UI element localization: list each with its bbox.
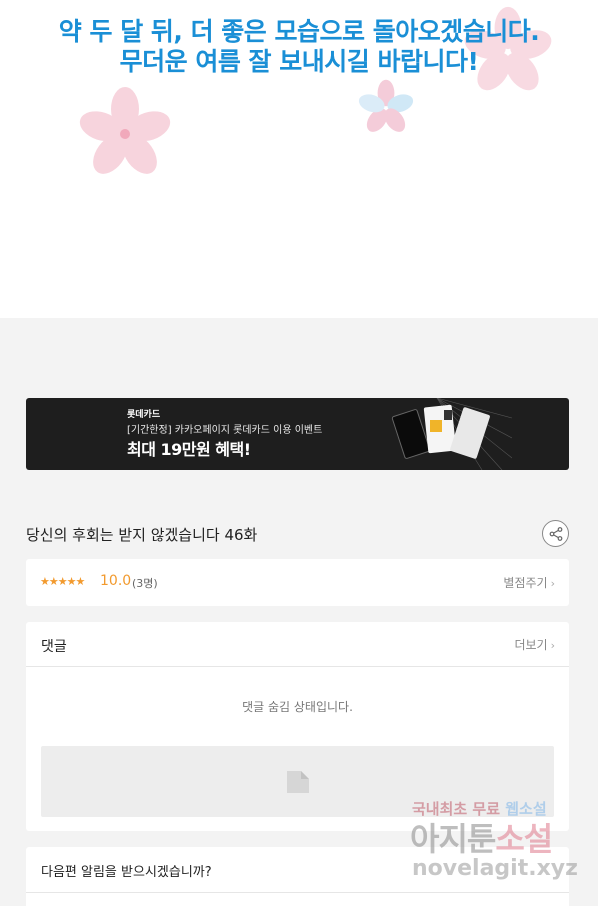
notify-question: 다음편 알림을 받으시겠습니까? bbox=[41, 865, 212, 880]
banner-title: 최대 19만원 혜택! bbox=[127, 440, 251, 459]
comic-notice-panel: 약 두 달 뒤, 더 좋은 모습으로 돌아오겠습니다. 무더운 여름 잘 보내시… bbox=[0, 0, 598, 318]
divider bbox=[26, 892, 569, 893]
rating-count: (3명) bbox=[132, 577, 158, 590]
write-comment-icon bbox=[287, 771, 309, 793]
credit-cards-illustration bbox=[391, 398, 512, 470]
banner-subtitle: [기간한정] 카카오페이지 롯데카드 이용 이벤트 bbox=[127, 425, 323, 436]
notice-line-2: 무더운 여름 잘 보내시길 바랍니다! bbox=[119, 47, 479, 76]
comments-header: 댓글 더보기 › bbox=[26, 622, 569, 667]
share-button[interactable] bbox=[542, 520, 569, 547]
comments-card: 댓글 더보기 › 댓글 숨김 상태입니다. bbox=[26, 622, 569, 831]
comments-more-button[interactable]: 더보기 › bbox=[514, 636, 555, 653]
rating-score: 10.0 bbox=[100, 573, 132, 589]
promo-banner[interactable]: 롯데카드 [기간한정] 카카오페이지 롯데카드 이용 이벤트 최대 19만원 혜… bbox=[26, 398, 569, 470]
next-episode-notify-card: 다음편 알림을 받으시겠습니까? bbox=[26, 847, 569, 906]
comments-hidden-message: 댓글 숨김 상태입니다. bbox=[242, 700, 353, 714]
comment-input-area[interactable] bbox=[41, 746, 554, 817]
episode-title: 당신의 후회는 받지 않겠습니다 46화 bbox=[26, 526, 258, 544]
more-label: 더보기 bbox=[514, 638, 548, 652]
rating-card: ★★★★★ 10.0 (3명) 별점주기 › bbox=[26, 559, 569, 606]
banner-brand: 롯데카드 bbox=[127, 410, 161, 420]
cherry-blossom-decoration bbox=[79, 87, 171, 174]
rate-label: 별점주기 bbox=[503, 576, 548, 590]
share-icon bbox=[549, 527, 563, 541]
rate-button[interactable]: 별점주기 › bbox=[503, 574, 555, 591]
cherry-blossom-decoration bbox=[358, 79, 414, 132]
star-rating-icons: ★★★★★ bbox=[40, 575, 85, 588]
chevron-right-icon: › bbox=[550, 639, 555, 652]
chevron-right-icon: › bbox=[550, 577, 555, 590]
comments-label: 댓글 bbox=[41, 639, 67, 655]
